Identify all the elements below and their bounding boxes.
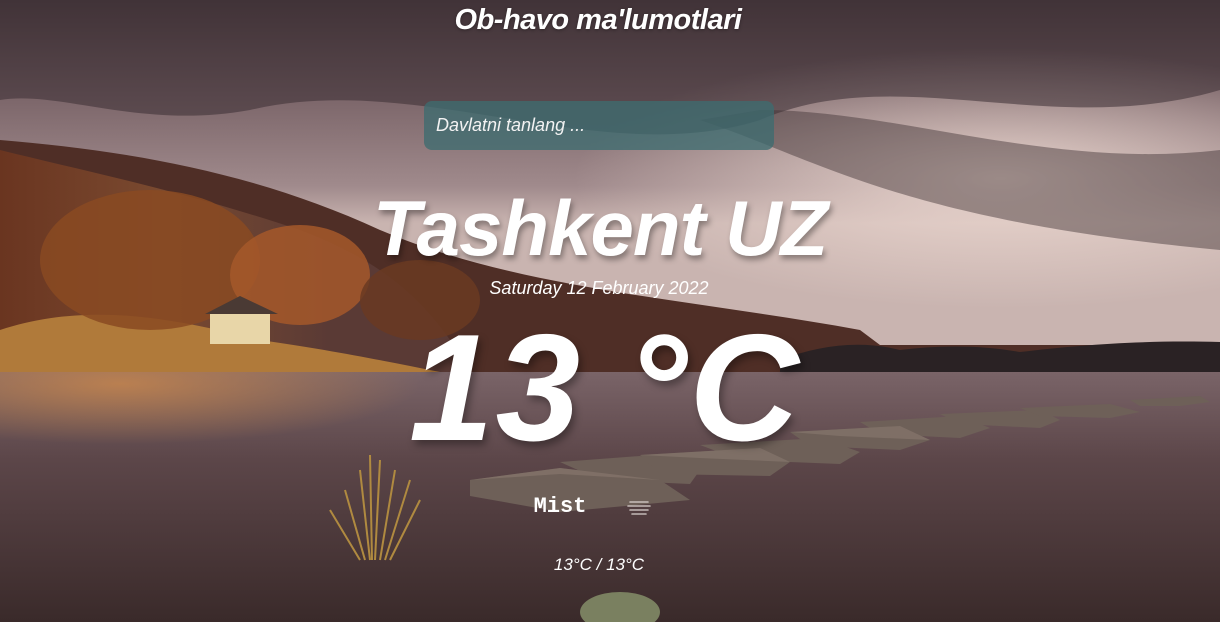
- country-search-box[interactable]: [424, 101, 774, 150]
- country-search-input[interactable]: [424, 101, 774, 150]
- current-date: Saturday 12 February 2022: [489, 278, 709, 298]
- location-name: Tashkent UZ: [372, 184, 828, 272]
- current-temperature: 13 °C: [409, 303, 801, 473]
- min-max-temperature: 13°C / 13°C: [553, 555, 645, 574]
- condition-label: Mist: [533, 493, 587, 519]
- weather-condition: Mist: [0, 492, 1186, 520]
- page-title: Ob-havo ma'lumotlari: [454, 4, 742, 36]
- mist-icon: [627, 501, 652, 515]
